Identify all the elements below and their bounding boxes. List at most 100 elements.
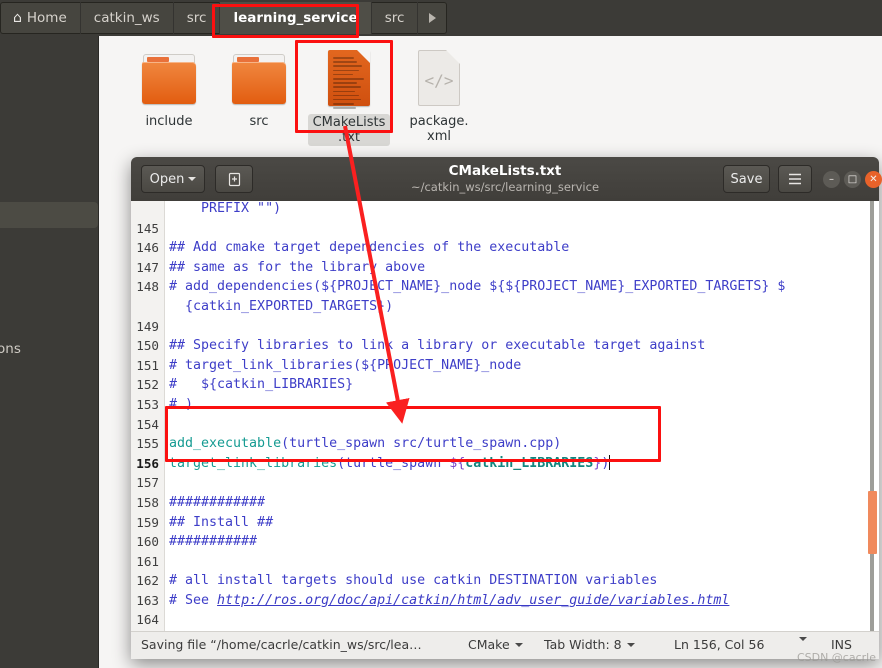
breadcrumb-item-src[interactable]: src xyxy=(372,2,419,34)
code-line[interactable]: 146 ## Add cmake target dependencies of t… xyxy=(131,238,879,258)
close-button[interactable]: ✕ xyxy=(865,171,882,188)
code-line[interactable]: 159 ## Install ## xyxy=(131,513,879,533)
code-line[interactable]: 150 ## Specify libraries to link a librar… xyxy=(131,336,879,356)
folder-icon xyxy=(139,48,199,110)
file-label-line1: include xyxy=(145,114,192,129)
code-line[interactable]: 162 # all install targets should use catk… xyxy=(131,571,879,591)
breadcrumb-item-label: src xyxy=(187,10,207,26)
menu-button[interactable] xyxy=(778,165,812,193)
code-token: ############ xyxy=(169,495,265,510)
sidebar-item[interactable]: ads xyxy=(0,174,98,200)
breadcrumb-item-home[interactable]: ⌂ Home xyxy=(0,2,81,34)
status-message: Saving file “/home/cacrle/catkin_ws/src/… xyxy=(141,637,422,652)
line-number: 163 xyxy=(131,591,159,611)
line-number: 155 xyxy=(131,434,159,454)
code-token: {catkin_EXPORTED_TARGETS}) xyxy=(169,299,393,314)
status-bar: Saving file “/home/cacrle/catkin_ws/src/… xyxy=(131,631,879,659)
code-line[interactable]: 148 # add_dependencies(${PROJECT_NAME}_no… xyxy=(131,277,879,297)
save-button-label: Save xyxy=(731,172,763,187)
breadcrumb-item-label: src xyxy=(385,10,405,26)
line-number: 151 xyxy=(131,356,159,376)
line-number: 146 xyxy=(131,238,159,258)
language-selector[interactable]: CMake xyxy=(468,637,523,652)
code-line[interactable]: 161 xyxy=(131,552,879,572)
code-line[interactable]: 152 # ${catkin_LIBRARIES} xyxy=(131,375,879,395)
breadcrumb-next-button[interactable] xyxy=(418,2,447,34)
xml-document-icon: </> xyxy=(409,48,469,110)
code-line[interactable]: 157 xyxy=(131,473,879,493)
vertical-scrollbar[interactable] xyxy=(865,201,879,631)
code-token: PREFIX "") xyxy=(169,201,281,216)
chevron-down-icon xyxy=(627,643,635,647)
file-item-label: include xyxy=(123,114,215,129)
folder-icon xyxy=(229,48,289,110)
code-lines-highlight xyxy=(165,406,661,462)
line-number: 152 xyxy=(131,375,159,395)
sidebar-item-label: ocations xyxy=(0,341,21,357)
file-label-line1: src xyxy=(250,114,269,129)
code-line-text: # See http://ros.org/doc/api/catkin/html… xyxy=(169,591,729,611)
line-number: 162 xyxy=(131,571,159,591)
gedit-header-bar: Open CMakeLists.txt ~/catkin_ws/src/lear… xyxy=(131,157,879,202)
sidebar-item[interactable] xyxy=(0,202,98,228)
code-line-text: # add_dependencies(${PROJECT_NAME}_node … xyxy=(169,277,785,297)
code-line[interactable]: 160 ########### xyxy=(131,532,879,552)
code-line-text: PREFIX "") xyxy=(169,201,281,219)
scrollbar-track xyxy=(870,201,874,631)
line-number: 149 xyxy=(131,317,159,337)
code-token: # target_link_libraries(${PROJECT_NAME}_… xyxy=(169,358,521,373)
save-button[interactable]: Save xyxy=(723,165,770,193)
code-line-text: # ${catkin_LIBRARIES} xyxy=(169,375,353,395)
watermark: CSDN @cacrle xyxy=(797,651,876,664)
code-line-text: ########### xyxy=(169,532,257,552)
code-line[interactable]: 149 xyxy=(131,317,879,337)
file-item[interactable]: src xyxy=(213,48,305,129)
code-line[interactable]: 147 ## same as for the library above xyxy=(131,258,879,278)
line-number: 153 xyxy=(131,395,159,415)
scrollbar-thumb[interactable] xyxy=(868,491,877,554)
code-line-text: # all install targets should use catkin … xyxy=(169,571,657,591)
code-line-text: ## Specify libraries to link a library o… xyxy=(169,336,705,356)
cursor-position: Ln 156, Col 56 xyxy=(674,637,764,652)
breadcrumb-item-catkin-ws[interactable]: catkin_ws xyxy=(81,2,174,34)
sidebar-item[interactable]: ents xyxy=(0,146,98,172)
status-extra-menu[interactable] xyxy=(799,637,807,641)
chevron-right-icon xyxy=(429,13,436,23)
line-number: 147 xyxy=(131,258,159,278)
breadcrumb-highlight xyxy=(212,4,359,38)
sidebar-item[interactable]: ocations xyxy=(0,336,98,362)
code-line[interactable]: PREFIX "") xyxy=(131,201,879,219)
maximize-button[interactable]: □ xyxy=(844,171,861,188)
code-line[interactable]: 164 xyxy=(131,610,879,630)
code-token: # all install targets should use catkin … xyxy=(169,573,657,588)
line-number: 156 xyxy=(131,454,159,474)
file-item-label: src xyxy=(213,114,305,129)
minimize-button[interactable]: – xyxy=(823,171,840,188)
code-line[interactable]: {catkin_EXPORTED_TARGETS}) xyxy=(131,297,879,317)
code-line[interactable]: 158 ############ xyxy=(131,493,879,513)
line-number: 160 xyxy=(131,532,159,552)
code-token: http://ros.org/doc/api/catkin/html/adv_u… xyxy=(217,593,729,608)
sidebar-item[interactable]: s xyxy=(0,230,98,256)
line-number: 145 xyxy=(131,219,159,239)
code-line-text: # target_link_libraries(${PROJECT_NAME}_… xyxy=(169,356,521,376)
file-item[interactable]: include xyxy=(123,48,215,129)
file-item-label: package. xml xyxy=(393,114,485,144)
file-item[interactable]: </> package. xml xyxy=(393,48,485,144)
tab-width-selector[interactable]: Tab Width: 8 xyxy=(544,637,635,652)
line-number: 148 xyxy=(131,277,159,297)
code-token: ## same as for the library above xyxy=(169,260,425,275)
breadcrumb-item-label: catkin_ws xyxy=(94,10,160,26)
code-token: ## Specify libraries to link a library o… xyxy=(169,338,705,353)
code-line[interactable]: 151 # target_link_libraries(${PROJECT_NAM… xyxy=(131,356,879,376)
code-line[interactable]: 145 xyxy=(131,219,879,239)
places-sidebar[interactable]: pentsads s ocations xyxy=(0,36,98,668)
code-line-text: ## Install ## xyxy=(169,513,273,533)
code-token: # add_dependencies(${PROJECT_NAME}_node … xyxy=(169,279,785,294)
code-line-text: ## Add cmake target dependencies of the … xyxy=(169,238,569,258)
code-line[interactable]: 163 # See http://ros.org/doc/api/catkin/h… xyxy=(131,591,879,611)
breadcrumb-item-label: Home xyxy=(27,10,67,26)
line-number: 161 xyxy=(131,552,159,572)
file-label-line1: package. xyxy=(409,114,468,129)
sidebar-item[interactable]: p xyxy=(0,118,98,144)
